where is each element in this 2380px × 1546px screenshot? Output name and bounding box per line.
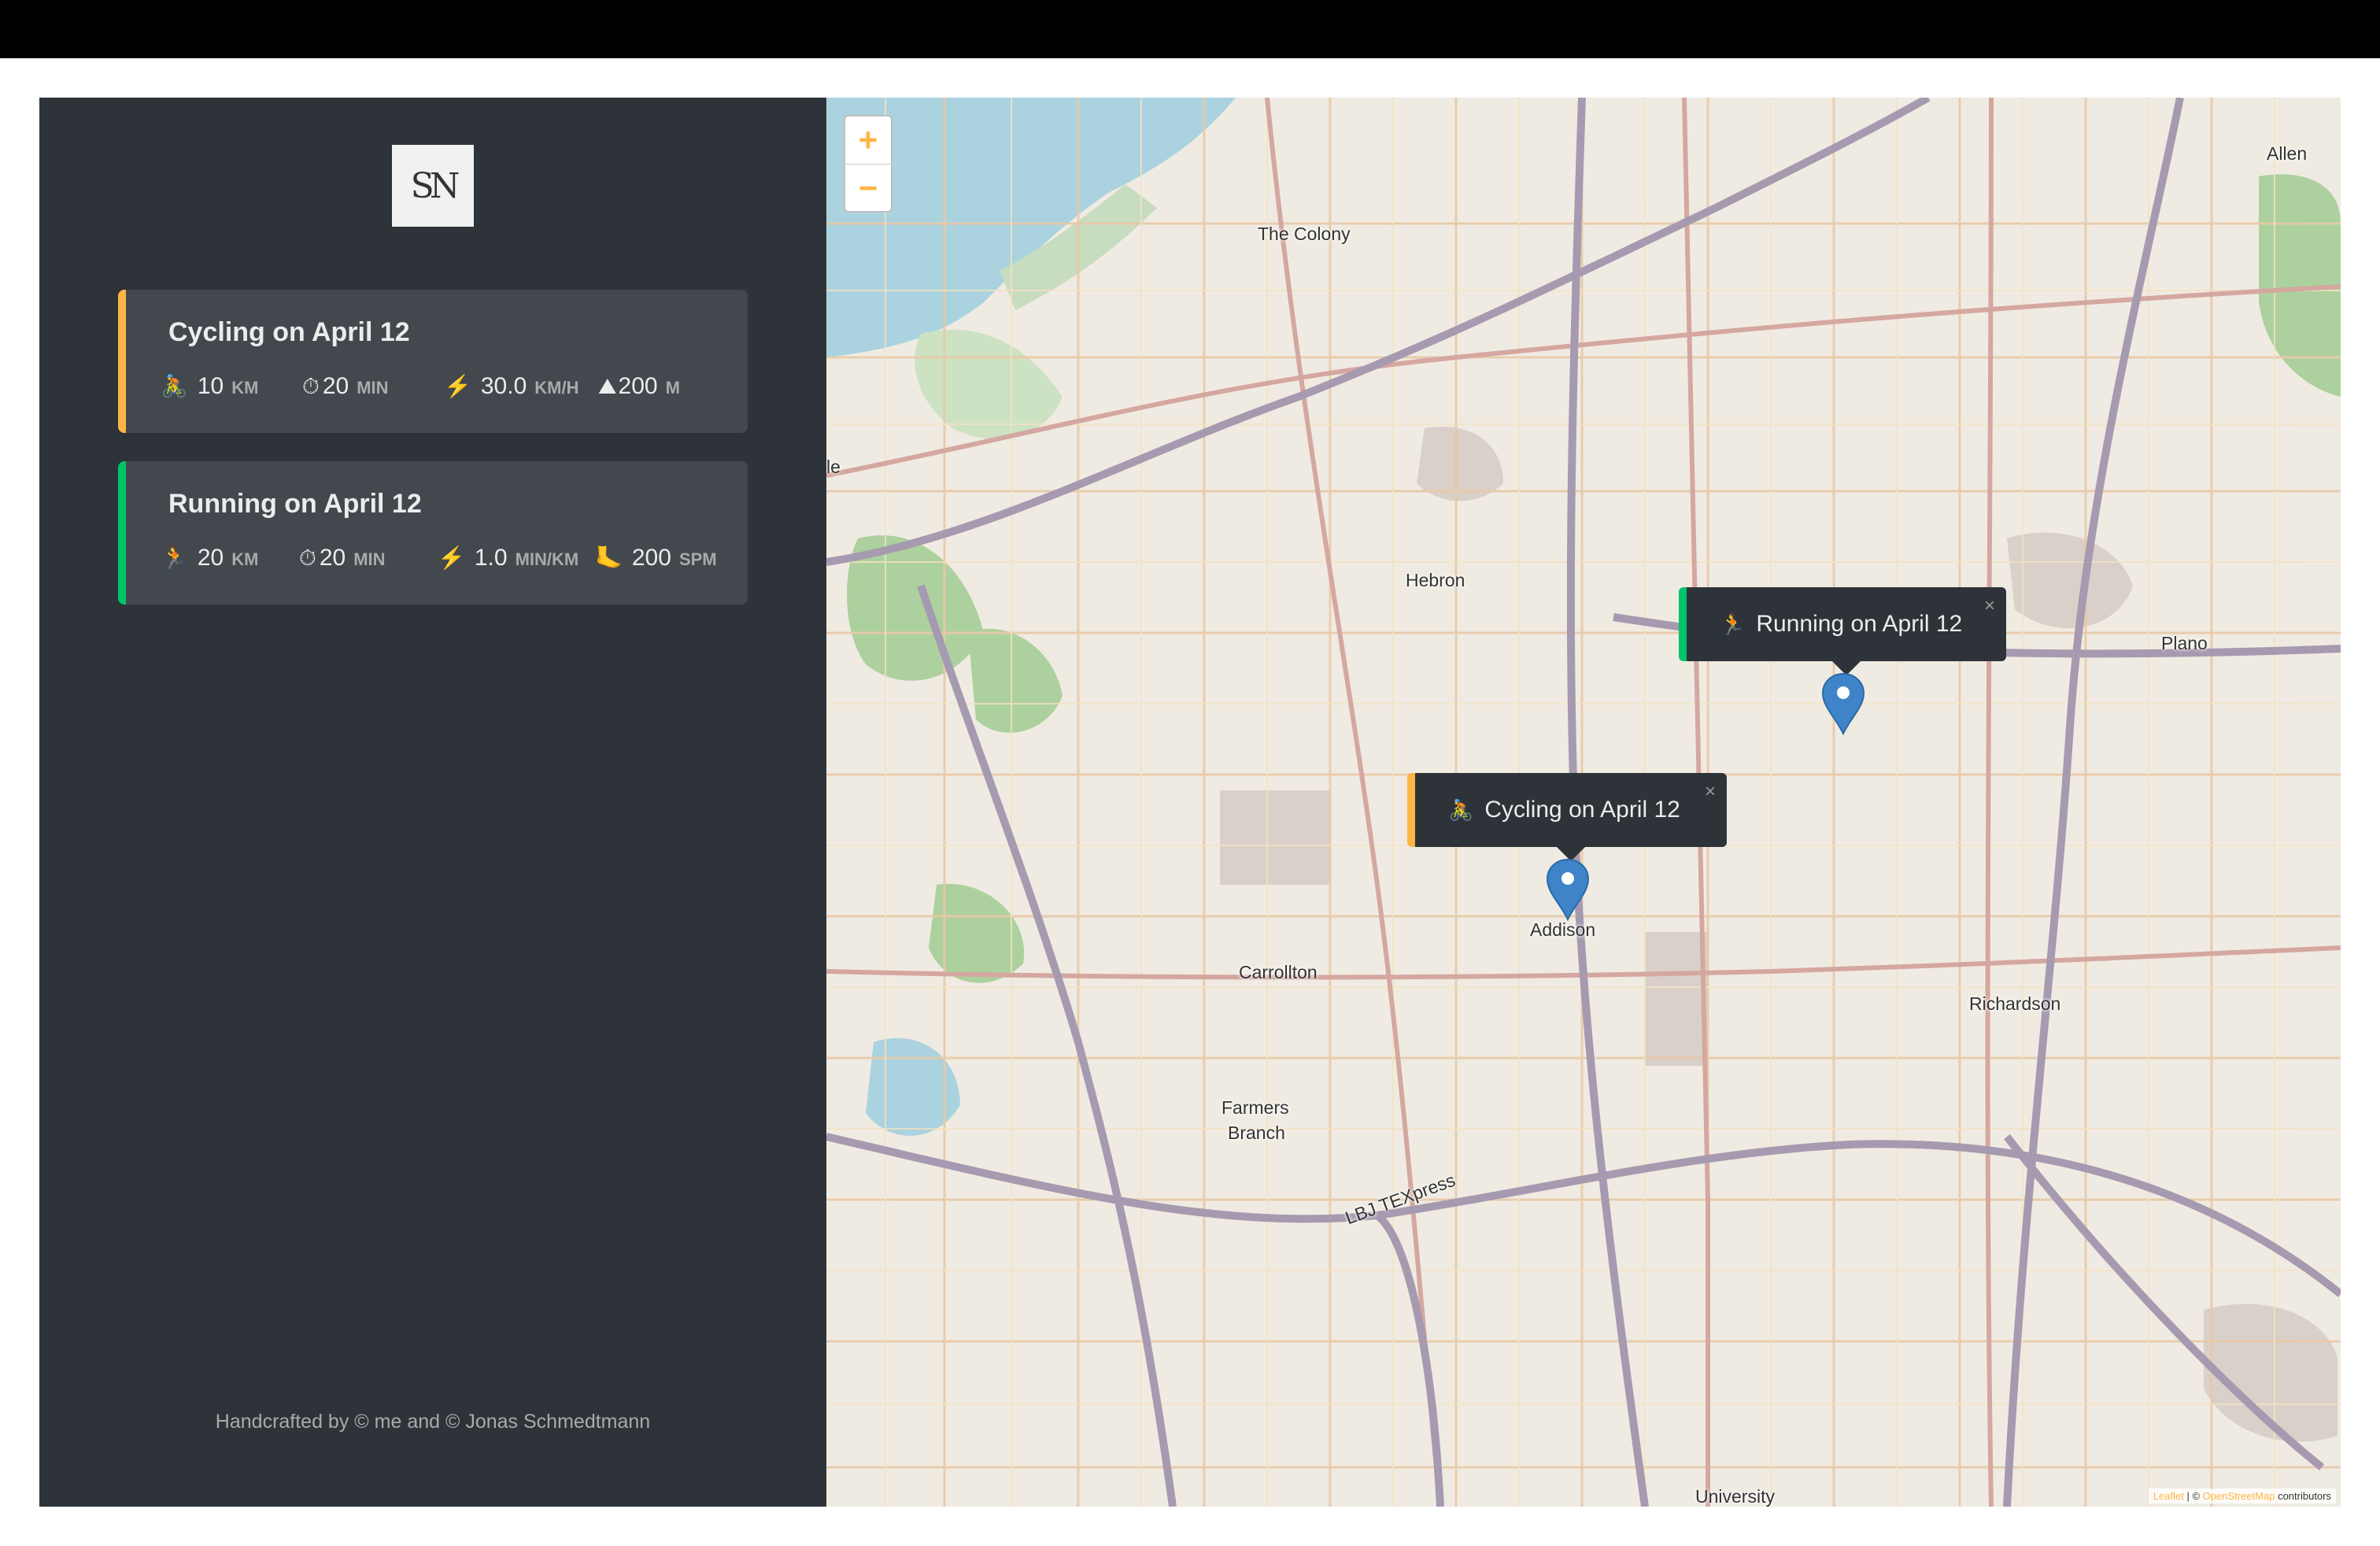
popup-label: Cycling on April 12	[1484, 797, 1680, 823]
cyclist-icon: 🚴	[161, 374, 188, 398]
foot-icon: 🦶	[595, 546, 623, 570]
duration-detail: ⏱ 20 min	[302, 373, 444, 400]
map-label-hebron: Hebron	[1406, 570, 1465, 590]
copyright-footer: Handcrafted by © me and © Jonas Schmedtm…	[215, 1411, 651, 1433]
elevation-value: 200	[618, 373, 658, 399]
workout-title: Cycling on April 12	[168, 317, 410, 347]
map-attribution: Leaflet | © OpenStreetMap contributors	[2148, 1489, 2336, 1503]
distance-value: 10	[197, 373, 224, 399]
zoom-in-button[interactable]: +	[845, 117, 891, 165]
pace-value: 1.0	[474, 545, 508, 571]
cycling-map-marker[interactable]	[1546, 858, 1590, 921]
zoom-control: + −	[844, 115, 893, 213]
popup-label: Running on April 12	[1756, 611, 1963, 637]
map-label-university: University	[1695, 1486, 1775, 1507]
sidebar: SN Cycling on April 12 🚴 10 km ⏱ 20 min …	[39, 98, 826, 1507]
distance-unit: km	[231, 378, 259, 398]
map-label-allen: Allen	[2267, 143, 2308, 164]
map-label-plano: Plano	[2161, 633, 2208, 653]
leaflet-link[interactable]: Leaflet	[2153, 1490, 2184, 1502]
cadence-value: 200	[631, 545, 671, 571]
elevation-detail: ⛰ 200 m	[598, 373, 680, 400]
app-container: SN Cycling on April 12 🚴 10 km ⏱ 20 min …	[39, 98, 2341, 1507]
attribution-sep: | ©	[2183, 1490, 2203, 1502]
pace-detail: ⚡️ 1.0 min/km	[438, 545, 595, 571]
stopwatch-icon: ⏱	[302, 374, 320, 398]
lightning-icon: ⚡️	[444, 374, 471, 398]
speed-unit: km/h	[534, 378, 579, 398]
pace-unit: min/km	[515, 549, 579, 569]
attribution-suffix: contributors	[2275, 1490, 2331, 1502]
duration-unit: min	[353, 549, 386, 569]
distance-unit: km	[231, 549, 259, 569]
cycling-popup[interactable]: 🚴 Cycling on April 12 ×	[1407, 773, 1727, 861]
speed-detail: ⚡️ 30.0 km/h	[444, 373, 598, 400]
workout-title: Running on April 12	[168, 489, 422, 519]
cadence-unit: spm	[678, 549, 717, 569]
duration-value: 20	[319, 545, 346, 571]
workout-running[interactable]: Running on April 12 🏃 20 km ⏱ 20 min ⚡️ …	[118, 461, 748, 605]
runner-icon: 🏃	[1720, 612, 1746, 636]
map-label-richardson: Richardson	[1969, 993, 2061, 1014]
duration-unit: min	[357, 378, 389, 398]
map-label-carrollton: Carrollton	[1239, 962, 1318, 982]
zoom-out-button[interactable]: −	[845, 165, 891, 212]
close-icon[interactable]: ×	[1984, 595, 1995, 617]
map[interactable]: Allen The Colony Hebron Plano Addison Ca…	[826, 98, 2341, 1507]
logo-text: SN	[410, 165, 460, 206]
workout-cycling[interactable]: Cycling on April 12 🚴 10 km ⏱ 20 min ⚡️ …	[118, 290, 748, 433]
distance-value: 20	[197, 545, 224, 571]
lightning-icon: ⚡️	[438, 546, 465, 570]
stopwatch-icon: ⏱	[299, 546, 316, 570]
map-label-edge: le	[826, 457, 841, 477]
workout-details: 🏃 20 km ⏱ 20 min ⚡️ 1.0 min/km 🦶 200	[161, 545, 717, 571]
map-label-farmers: Farmers	[1221, 1097, 1289, 1118]
cadence-detail: 🦶 200 spm	[595, 545, 717, 571]
running-map-marker[interactable]	[1821, 672, 1865, 735]
top-black-bar	[0, 0, 2380, 58]
osm-link[interactable]: OpenStreetMap	[2203, 1490, 2275, 1502]
map-label-the-colony: The Colony	[1258, 224, 1351, 244]
speed-value: 30.0	[480, 373, 527, 399]
close-icon[interactable]: ×	[1705, 781, 1716, 803]
running-popup[interactable]: 🏃 Running on April 12 ×	[1679, 587, 2006, 675]
mountain-icon: ⛰	[598, 374, 617, 398]
distance-detail: 🏃 20 km	[161, 545, 299, 571]
duration-detail: ⏱ 20 min	[299, 545, 438, 571]
map-label-addison: Addison	[1530, 919, 1596, 940]
logo: SN	[392, 145, 474, 227]
runner-icon: 🏃	[161, 546, 188, 570]
cyclist-icon: 🚴	[1448, 797, 1474, 822]
distance-detail: 🚴 10 km	[161, 373, 302, 400]
map-label-branch: Branch	[1228, 1123, 1285, 1143]
workout-details: 🚴 10 km ⏱ 20 min ⚡️ 30.0 km/h ⛰ 200	[161, 373, 680, 400]
duration-value: 20	[322, 373, 349, 399]
elevation-unit: m	[665, 378, 680, 398]
